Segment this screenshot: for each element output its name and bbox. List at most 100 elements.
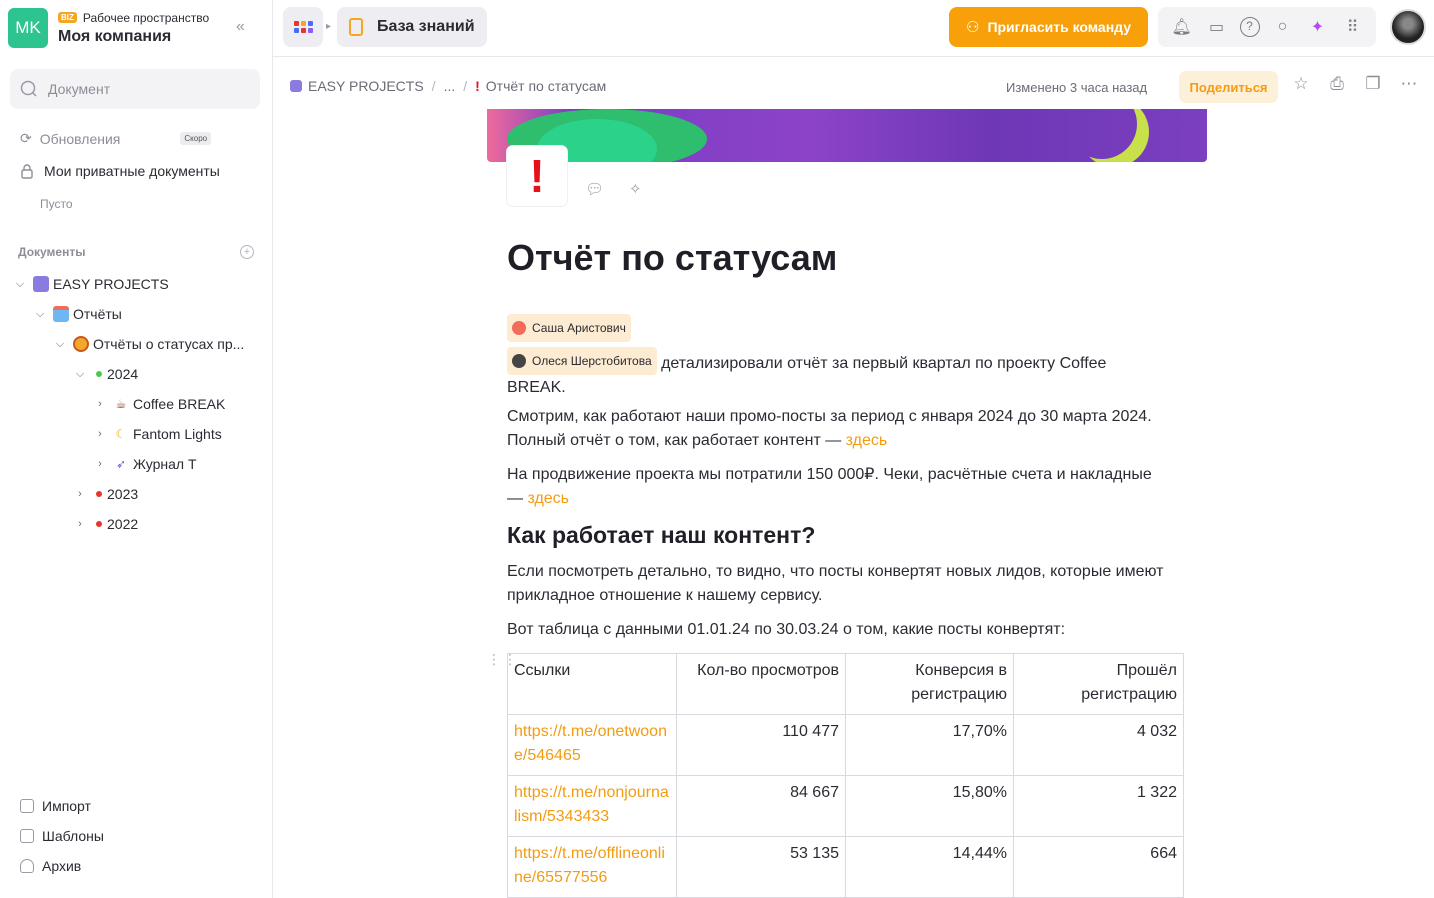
table-cell: 4 032 [1013,714,1184,776]
paragraph: На продвижение проекта мы потратили 150 … [507,463,1167,511]
nav-archive[interactable]: Архив [20,858,81,874]
mention-user[interactable]: Саша Аристович [507,314,631,342]
help-icon[interactable]: ? [1239,17,1260,37]
projects-icon [290,80,302,92]
table-header-row: Ссылки Кол-во просмотров Конверсия в рег… [507,653,1184,715]
soon-badge: Скоро [180,132,212,145]
tree-item-journal-t[interactable]: › ➶ Журнал Т [93,454,197,474]
tree-item-easy-projects[interactable]: ⌵ EASY PROJECTS [13,274,169,294]
column-header: Прошёл регистрацию [1013,653,1184,715]
breadcrumb-root[interactable]: EASY PROJECTS [308,78,424,94]
mention-name: Олеся Шерстобитова [532,354,652,368]
avatar [512,321,526,335]
tree-item-2022[interactable]: › 2022 [73,514,138,534]
mention-name: Саша Аристович [532,321,626,335]
search-icon[interactable]: ○ [1271,18,1295,36]
workspace-name: Моя компания [58,27,172,45]
table-cell: 15,80% [845,775,1014,837]
collapse-icon[interactable]: « [236,18,245,36]
doc-link[interactable]: здесь [527,490,569,507]
table-cell: 110 477 [676,714,846,776]
breadcrumb-separator: / [431,78,436,94]
bell-icon[interactable]: 🔔︎ [1170,17,1194,37]
nav-templates[interactable]: Шаблоны [20,828,104,844]
mention-row: Саша Аристович [507,314,1167,343]
app: MK BIZ Рабочее пространство Моя компания… [0,0,1434,898]
moon-icon: ☾ [115,427,127,441]
tree-item-label: 2024 [107,366,139,382]
sparkle-icon[interactable]: ✧ [629,180,642,198]
column-header: Ссылки [507,653,677,715]
chevron-right-icon[interactable]: › [93,458,107,470]
nav-import-label: Импорт [42,798,91,814]
paragraph-text: Смотрим, как работают наши промо-посты з… [507,408,1152,449]
nav-import[interactable]: Импорт [20,798,91,814]
chevron-right-icon[interactable]: › [73,518,87,530]
folder-icon[interactable]: ▭ [1205,17,1229,37]
table-cell: 14,44% [845,836,1014,898]
chevron-right-icon[interactable]: › [73,488,87,500]
calendar-icon [53,306,69,322]
exclamation-emoji[interactable]: ! [507,146,567,206]
comment-icon[interactable]: 💬︎ [585,180,604,198]
chevron-right-icon: ▸ [326,21,332,32]
chevron-down-icon[interactable]: ⌵ [33,308,47,321]
table-link[interactable]: https://t.me/nonjournalism/5343433 [507,775,677,837]
table-cell: 664 [1013,836,1184,898]
search-icon [20,80,37,97]
chevron-down-icon[interactable]: ⌵ [13,278,27,291]
plus-icon[interactable]: + [240,245,254,259]
chevron-right-icon[interactable]: › [93,428,107,440]
workspace-label: Рабочее пространство [82,10,210,25]
tree-item-coffee-break[interactable]: › ☕ Coffee BREAK [93,394,225,414]
breadcrumb-current[interactable]: Отчёт по статусам [486,78,607,94]
archive-icon [20,859,34,873]
workspace-switcher[interactable]: MK BIZ Рабочее пространство Моя компания [8,8,209,48]
table-link[interactable]: https://t.me/offlineonline/65577556 [507,836,677,898]
search-input[interactable]: Документ [48,81,110,97]
tree-item-label: Журнал Т [133,456,197,472]
tree-item-reports[interactable]: ⌵ Отчёты [33,304,122,324]
table-link[interactable]: https://t.me/onetwoone/546465 [507,714,677,776]
paragraph: Смотрим, как работают наши промо-посты з… [507,405,1167,453]
share-button[interactable]: Поделиться [1179,71,1278,103]
chevron-down-icon[interactable]: ⌵ [53,338,67,351]
workspace-label-row: BIZ Рабочее пространство [58,11,209,25]
print-icon[interactable]: ⎙ [1326,74,1348,94]
grid-icon[interactable]: ⠿ [1341,17,1365,37]
private-empty-label: Пусто [40,197,73,211]
documents-section-title: Документы [18,245,86,259]
breadcrumb-separator: / [463,78,468,94]
tree-item-label: Fantom Lights [133,426,222,442]
tree-item-label: Отчёты [73,306,122,322]
tree-item-2023[interactable]: › 2023 [73,484,138,504]
nav-private-docs[interactable]: Мои приватные документы [20,163,220,179]
sparkle-icon[interactable]: ✦ [1306,17,1330,37]
breadcrumb: EASY PROJECTS / ... / ! Отчёт по статуса… [290,78,606,94]
tree-item-status-reports[interactable]: ⌵ Отчёты о статусах пр... [53,334,244,354]
changed-timestamp: Изменено 3 часа назад [1006,80,1148,95]
doc-link[interactable]: здесь [846,432,888,449]
table-cell: 53 135 [676,836,846,898]
chevron-right-icon[interactable]: › [93,398,107,410]
user-avatar[interactable] [1390,9,1426,45]
chevron-down-icon[interactable]: ⌵ [73,368,87,381]
invite-team-label: Пригласить команду [987,19,1132,35]
apps-grid-button[interactable] [283,7,323,47]
workspace-avatar: MK [8,8,48,48]
nav-updates[interactable]: ⟳ Обновления Скоро [20,130,212,147]
sidebar-search[interactable]: Документ [10,69,260,109]
table-cell: 1 322 [1013,775,1184,837]
tree-item-2024[interactable]: ⌵ 2024 [73,364,138,384]
doc-actions: ☆ ⎙ ❐ ⋯ [1290,74,1420,94]
section-heading: Как работает наш контент? [507,522,816,548]
mention-user[interactable]: Олеся Шерстобитова [507,347,657,375]
breadcrumb-ellipsis[interactable]: ... [444,78,456,94]
invite-team-button[interactable]: ⚇ Пригласить команду [949,7,1148,47]
tree-item-fantom-lights[interactable]: › ☾ Fantom Lights [93,424,222,444]
nav-templates-label: Шаблоны [42,828,104,844]
copy-icon[interactable]: ❐ [1362,74,1384,94]
more-icon[interactable]: ⋯ [1398,74,1420,94]
star-icon[interactable]: ☆ [1290,74,1312,94]
knowledge-base-button[interactable]: База знаний [337,7,487,47]
